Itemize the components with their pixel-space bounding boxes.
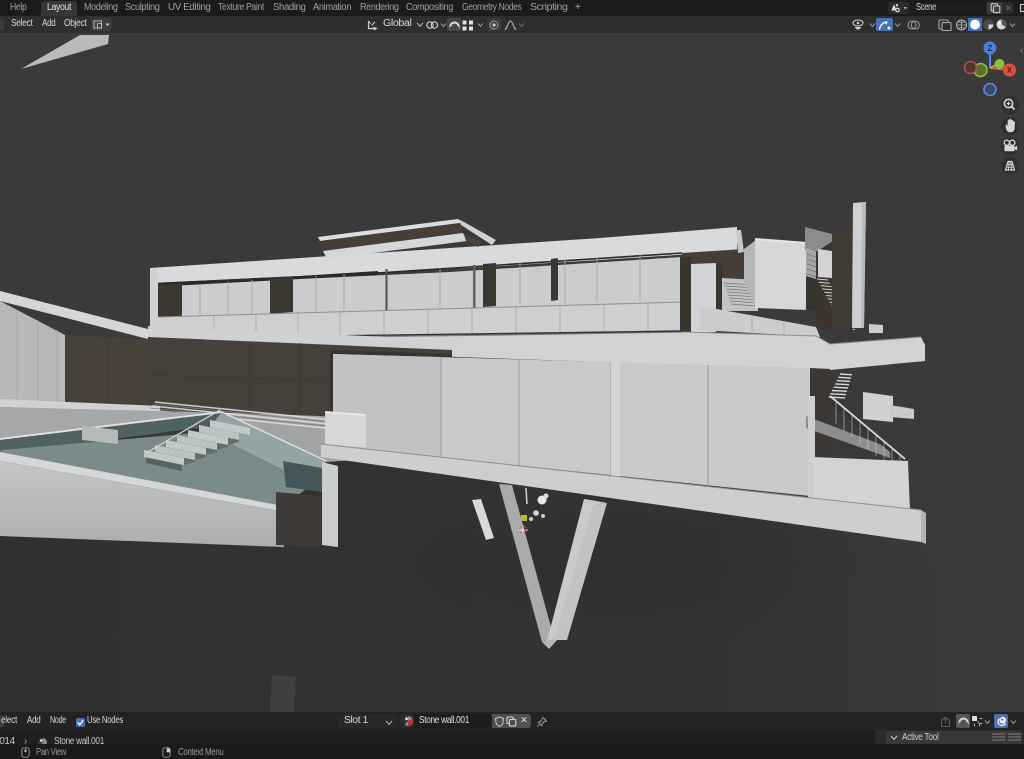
svg-text:‹: ‹ <box>1020 45 1023 55</box>
svg-text:Z: Z <box>988 44 993 53</box>
svg-text:X: X <box>1007 66 1013 75</box>
